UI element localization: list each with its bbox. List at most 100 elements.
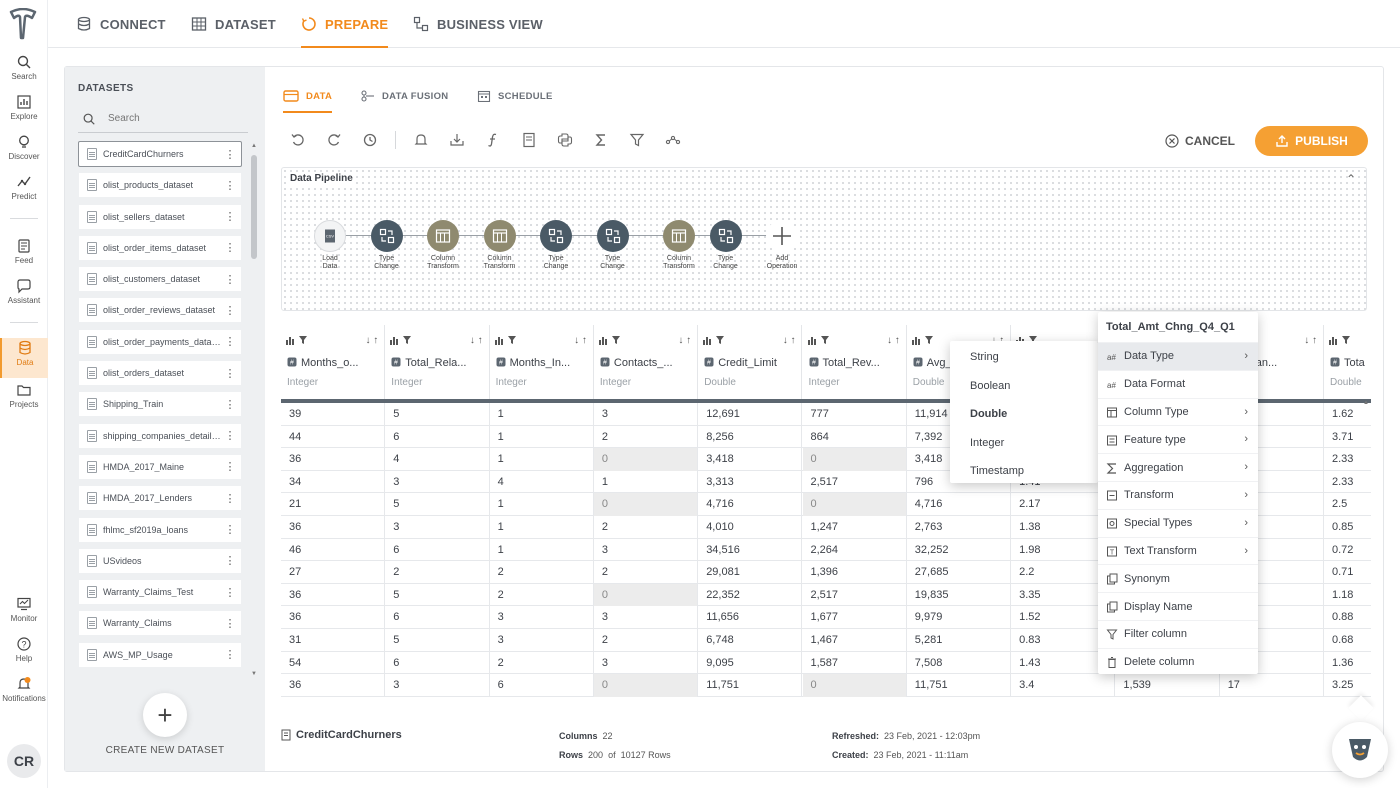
- dataset-list-item[interactable]: CreditCardChurners ⋮: [78, 141, 242, 167]
- table-cell[interactable]: 36: [281, 606, 386, 629]
- rail-item-monitor[interactable]: Monitor: [0, 594, 48, 632]
- table-cell[interactable]: 1.36: [1324, 652, 1371, 675]
- rail-item-projects[interactable]: Projects: [0, 380, 48, 418]
- assistant-bot-button[interactable]: [1332, 722, 1388, 778]
- tab-business-view[interactable]: BUSINESS VIEW: [413, 0, 543, 48]
- table-cell[interactable]: 9,095: [698, 651, 803, 675]
- scroll-up-icon[interactable]: ▲: [251, 143, 257, 149]
- table-cell[interactable]: 6,748: [698, 629, 803, 652]
- table-cell[interactable]: 46: [281, 538, 386, 562]
- table-cell[interactable]: 2,517: [803, 583, 907, 607]
- kebab-menu-icon[interactable]: ⋮: [223, 367, 237, 380]
- redo-button[interactable]: [323, 129, 345, 151]
- table-cell[interactable]: 11,656: [698, 606, 803, 629]
- rail-item-notifications[interactable]: Notifications: [0, 674, 48, 712]
- menu-item-special-types[interactable]: Special Types ›: [1098, 508, 1258, 537]
- table-cell[interactable]: 4: [490, 470, 594, 494]
- table-cell[interactable]: 1: [490, 448, 594, 471]
- table-cell[interactable]: 36: [281, 674, 386, 697]
- histogram-icon[interactable]: [598, 335, 608, 345]
- table-cell[interactable]: 1,247: [803, 516, 907, 539]
- kebab-menu-icon[interactable]: ⋮: [223, 148, 237, 161]
- menu-item-synonym[interactable]: Synonym: [1098, 564, 1258, 592]
- dataset-list-item[interactable]: AWS_MP_Usage ⋮: [78, 641, 242, 668]
- table-cell[interactable]: 0.85: [1324, 516, 1371, 539]
- kebab-menu-icon[interactable]: ⋮: [223, 335, 237, 348]
- table-cell[interactable]: 3: [594, 538, 699, 562]
- undo-button[interactable]: [287, 129, 309, 151]
- tab-data-fusion[interactable]: DATA FUSION: [361, 85, 448, 107]
- kebab-menu-icon[interactable]: ⋮: [223, 179, 237, 192]
- table-cell[interactable]: 3: [385, 674, 490, 697]
- table-cell[interactable]: 21: [281, 493, 386, 516]
- pipeline-node-type[interactable]: Type Change: [526, 220, 586, 271]
- table-cell[interactable]: 1,396: [803, 561, 907, 584]
- table-cell[interactable]: 4,010: [698, 516, 803, 539]
- dataset-list-item[interactable]: Shipping_Train ⋮: [78, 391, 242, 418]
- table-cell[interactable]: 1: [490, 403, 594, 426]
- table-cell[interactable]: 5: [385, 583, 490, 607]
- column-header[interactable]: ↓ ↑ # Total_Rela... Integer: [385, 325, 490, 399]
- table-cell[interactable]: 5: [385, 629, 490, 652]
- kebab-menu-icon[interactable]: ⋮: [223, 304, 237, 317]
- python-button[interactable]: [554, 129, 576, 151]
- menu-item-feature-type[interactable]: Feature type ›: [1098, 425, 1258, 453]
- sql-button[interactable]: [518, 129, 540, 151]
- table-cell[interactable]: 0: [593, 448, 699, 471]
- menu-item-data-format[interactable]: a# Data Format: [1098, 369, 1258, 398]
- dataset-list-item[interactable]: olist_sellers_dataset ⋮: [78, 203, 242, 230]
- table-cell[interactable]: 11,751: [698, 674, 803, 697]
- dataset-list-item[interactable]: olist_customers_dataset ⋮: [78, 266, 242, 293]
- kebab-menu-icon[interactable]: ⋮: [223, 210, 237, 223]
- table-cell[interactable]: 6: [385, 425, 490, 449]
- table-cell[interactable]: 1: [490, 538, 594, 562]
- tab-schedule[interactable]: SCHEDULE: [477, 85, 553, 107]
- table-cell[interactable]: 3: [594, 403, 699, 426]
- column-header[interactable]: ↓ ↑#TotaDouble: [1324, 325, 1371, 399]
- column-header[interactable]: ↓ ↑ # Months_In... Integer: [489, 325, 594, 399]
- kebab-menu-icon[interactable]: ⋮: [223, 586, 237, 599]
- table-cell[interactable]: 0: [802, 674, 907, 697]
- search-input[interactable]: [108, 113, 228, 124]
- table-cell[interactable]: 2: [594, 561, 699, 584]
- avatar[interactable]: CR: [7, 744, 41, 778]
- histogram-icon[interactable]: [1328, 335, 1338, 345]
- table-cell[interactable]: 1.18: [1324, 584, 1371, 607]
- kebab-menu-icon[interactable]: ⋮: [223, 398, 237, 411]
- function-button[interactable]: [482, 129, 504, 151]
- dataset-list-item[interactable]: olist_order_payments_dataset ⋮: [78, 328, 242, 355]
- table-cell[interactable]: 3.71: [1324, 426, 1371, 449]
- table-cell[interactable]: 3,418: [698, 448, 803, 471]
- pipeline-node-col[interactable]: Column Transform: [413, 220, 473, 271]
- table-cell[interactable]: 2.33: [1324, 471, 1371, 494]
- filter-icon[interactable]: [924, 335, 934, 345]
- table-cell[interactable]: 2.33: [1324, 448, 1371, 471]
- table-cell[interactable]: 5,281: [907, 629, 1012, 652]
- sort-arrows-icon[interactable]: ↓ ↑: [887, 335, 900, 346]
- logo-icon[interactable]: [8, 8, 38, 42]
- kebab-menu-icon[interactable]: ⋮: [223, 429, 237, 442]
- menu-item-display-name[interactable]: Display Name: [1098, 592, 1258, 620]
- kebab-menu-icon[interactable]: ⋮: [223, 554, 237, 567]
- menu-item-aggregation[interactable]: Aggregation ›: [1098, 453, 1258, 481]
- table-cell[interactable]: 34,516: [698, 538, 803, 562]
- table-cell[interactable]: 0.68: [1324, 629, 1371, 652]
- table-cell[interactable]: 0: [593, 674, 699, 697]
- sort-arrows-icon[interactable]: ↓ ↑: [783, 335, 796, 346]
- table-cell[interactable]: 17: [1220, 674, 1324, 697]
- table-cell[interactable]: 2: [594, 629, 699, 652]
- filter-button[interactable]: [626, 129, 648, 151]
- table-cell[interactable]: 4: [385, 448, 490, 471]
- table-cell[interactable]: 1: [490, 493, 594, 516]
- dataset-list-item[interactable]: HMDA_2017_Lenders ⋮: [78, 485, 242, 512]
- table-cell[interactable]: 3: [385, 470, 490, 494]
- table-cell[interactable]: 2: [490, 583, 594, 607]
- table-cell[interactable]: 2: [490, 651, 594, 675]
- datatype-option[interactable]: Integer: [970, 437, 1004, 449]
- dataset-list-item[interactable]: olist_products_dataset ⋮: [78, 172, 242, 199]
- pipeline-node-col[interactable]: Column Transform: [470, 220, 530, 271]
- dataset-list-item[interactable]: shipping_companies_details... ⋮: [78, 422, 242, 449]
- table-cell[interactable]: 54: [281, 651, 386, 675]
- rail-item-explore[interactable]: Explore: [0, 92, 48, 130]
- filter-icon[interactable]: [820, 335, 830, 345]
